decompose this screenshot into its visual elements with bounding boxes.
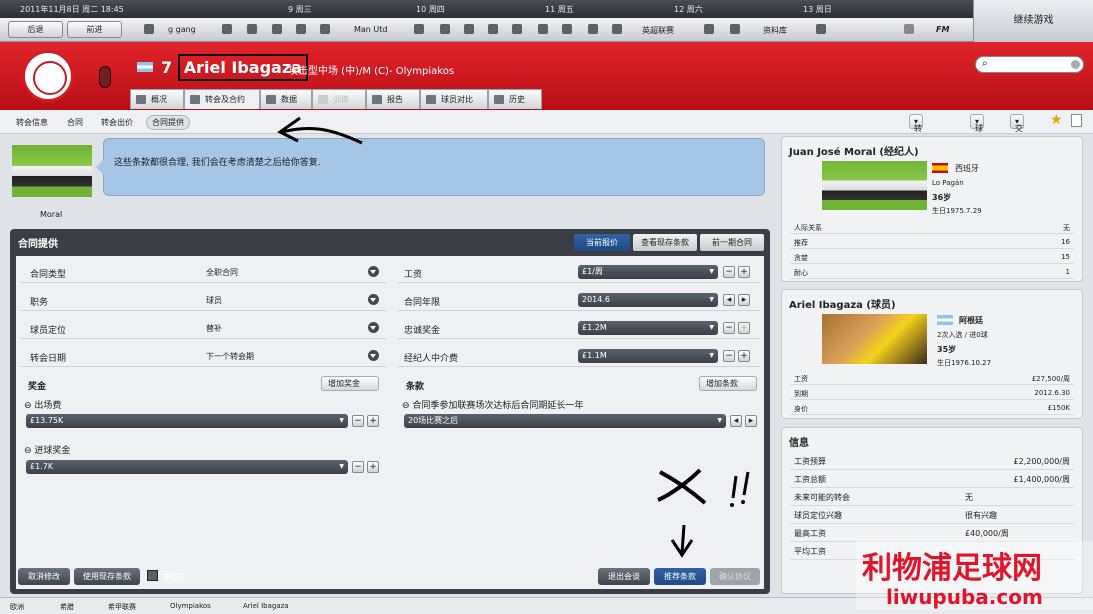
cross-annotation	[657, 468, 707, 505]
exclamation-annotation	[731, 471, 750, 499]
arrow-annotation	[277, 116, 363, 145]
watermark-logo: 利物浦足球网 liwupuba.com	[856, 541, 1093, 609]
down-arrow-annotation	[670, 524, 694, 558]
annotation-overlay	[277, 116, 750, 558]
